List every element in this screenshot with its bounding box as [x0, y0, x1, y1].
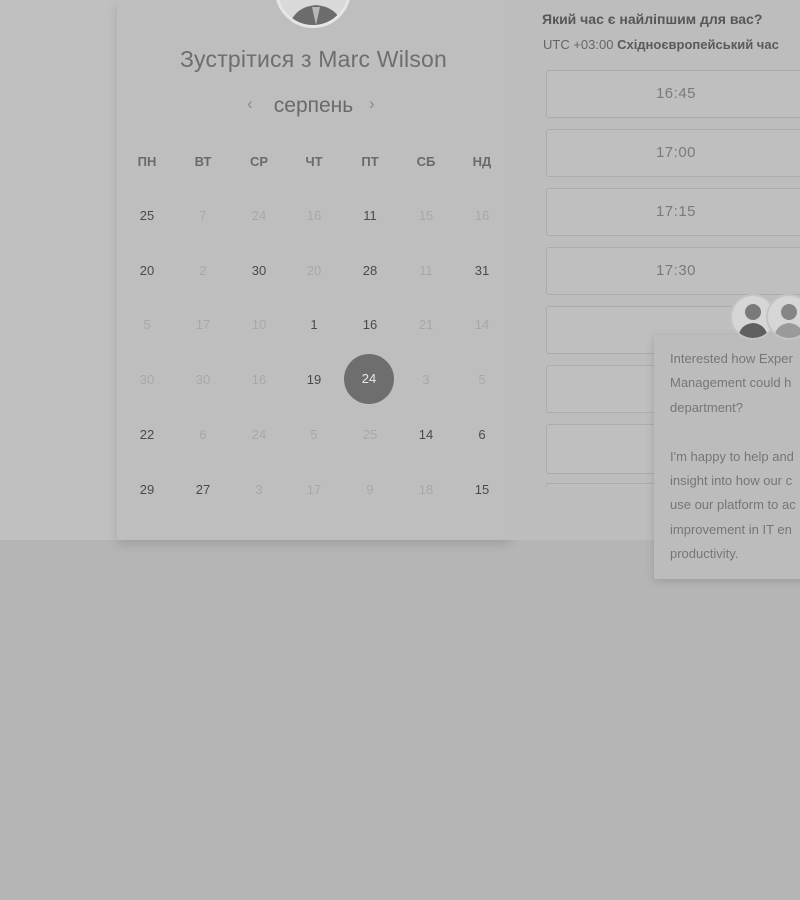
- time-slot-button[interactable]: 16:45: [546, 70, 800, 118]
- calendar-day[interactable]: 31: [457, 256, 507, 286]
- chat-line: improvement in IT en: [670, 521, 792, 537]
- calendar-day[interactable]: 14: [401, 420, 451, 450]
- calendar-day[interactable]: 16: [457, 201, 507, 231]
- calendar-day[interactable]: 27: [178, 475, 228, 505]
- calendar-day[interactable]: 5: [289, 420, 339, 450]
- calendar-day[interactable]: 18: [401, 475, 451, 505]
- chat-line: department?: [670, 399, 743, 415]
- calendar-day[interactable]: 6: [457, 420, 507, 450]
- calendar-day[interactable]: 5: [122, 310, 172, 340]
- weekday-header: ПТ: [361, 154, 379, 169]
- calendar-day[interactable]: 28: [345, 256, 395, 286]
- calendar-day[interactable]: 17: [289, 475, 339, 505]
- weekday-header: СР: [249, 154, 269, 169]
- calendar-day[interactable]: 5: [457, 365, 507, 395]
- calendar-day[interactable]: 21: [401, 310, 451, 340]
- calendar-day[interactable]: 20: [289, 256, 339, 286]
- calendar-day[interactable]: 16: [289, 201, 339, 231]
- chat-line: insight into how our c: [670, 473, 793, 489]
- calendar-day[interactable]: 16: [345, 310, 395, 340]
- calendar-day[interactable]: 3: [401, 365, 451, 395]
- calendar-day[interactable]: 25: [122, 201, 172, 231]
- chat-line: [670, 420, 800, 444]
- calendar-day[interactable]: 1: [289, 310, 339, 340]
- chat-line: Interested how Exper: [670, 351, 793, 366]
- time-slot-button[interactable]: 17:15: [546, 188, 800, 236]
- chevron-right-icon[interactable]: ›: [369, 94, 375, 114]
- calendar-day[interactable]: 20: [122, 256, 172, 286]
- calendar-day[interactable]: 15: [457, 475, 507, 505]
- calendar-day[interactable]: 30: [234, 256, 284, 286]
- timezone-name: Східноєвропейський час: [617, 37, 779, 52]
- weekday-header: НД: [472, 154, 492, 169]
- meeting-title: Зустрітися з Marc Wilson: [179, 46, 448, 72]
- weekday-header: ПН: [137, 154, 157, 169]
- calendar-day[interactable]: 10: [234, 310, 284, 340]
- time-slot-button[interactable]: 17:30: [546, 247, 800, 295]
- month-label: серпень: [273, 94, 354, 117]
- calendar-day[interactable]: 24: [234, 201, 284, 231]
- host-avatar: [275, 0, 351, 28]
- timezone-label[interactable]: UTC +03:00 Східноєвропейський час: [543, 37, 779, 52]
- time-slot-button[interactable]: 17:00: [546, 129, 800, 177]
- calendar-day[interactable]: 19: [289, 365, 339, 395]
- calendar-day[interactable]: 24: [234, 420, 284, 450]
- calendar-day[interactable]: 7: [178, 201, 228, 231]
- chat-line: use our platform to ac: [670, 497, 796, 513]
- calendar-day[interactable]: 2: [178, 256, 228, 286]
- time-question: Який час є найліпшим для вас?: [542, 11, 763, 27]
- chat-line: productivity.: [670, 546, 739, 562]
- calendar-day[interactable]: 6: [178, 420, 228, 450]
- timezone-offset: UTC +03:00: [543, 37, 614, 52]
- weekday-header: ЧТ: [305, 154, 323, 169]
- calendar-day[interactable]: 17: [178, 310, 228, 340]
- calendar-day[interactable]: 30: [122, 365, 172, 395]
- calendar-day[interactable]: 9: [345, 475, 395, 505]
- calendar-day[interactable]: 22: [122, 420, 172, 450]
- calendar-day[interactable]: 15: [401, 201, 451, 231]
- month-navigation: ‹ серпень ›: [117, 92, 510, 122]
- calendar-day[interactable]: 25: [345, 420, 395, 450]
- calendar-day[interactable]: 30: [178, 365, 228, 395]
- calendar-day[interactable]: 3: [234, 475, 284, 505]
- calendar-day[interactable]: 14: [457, 310, 507, 340]
- chat-line: I'm happy to help and: [670, 448, 794, 464]
- calendar-day[interactable]: 11: [401, 256, 451, 286]
- calendar-day[interactable]: 16: [234, 365, 284, 395]
- weekday-header: ВТ: [194, 154, 212, 169]
- calendar-day-selected[interactable]: 24: [344, 354, 394, 404]
- chat-message: Interested how Exper Management could h de…: [670, 347, 800, 567]
- chat-line: Management could h: [670, 375, 792, 391]
- weekday-header: СБ: [416, 154, 436, 169]
- calendar-day[interactable]: 11: [345, 201, 395, 231]
- calendar-day[interactable]: 29: [122, 475, 172, 505]
